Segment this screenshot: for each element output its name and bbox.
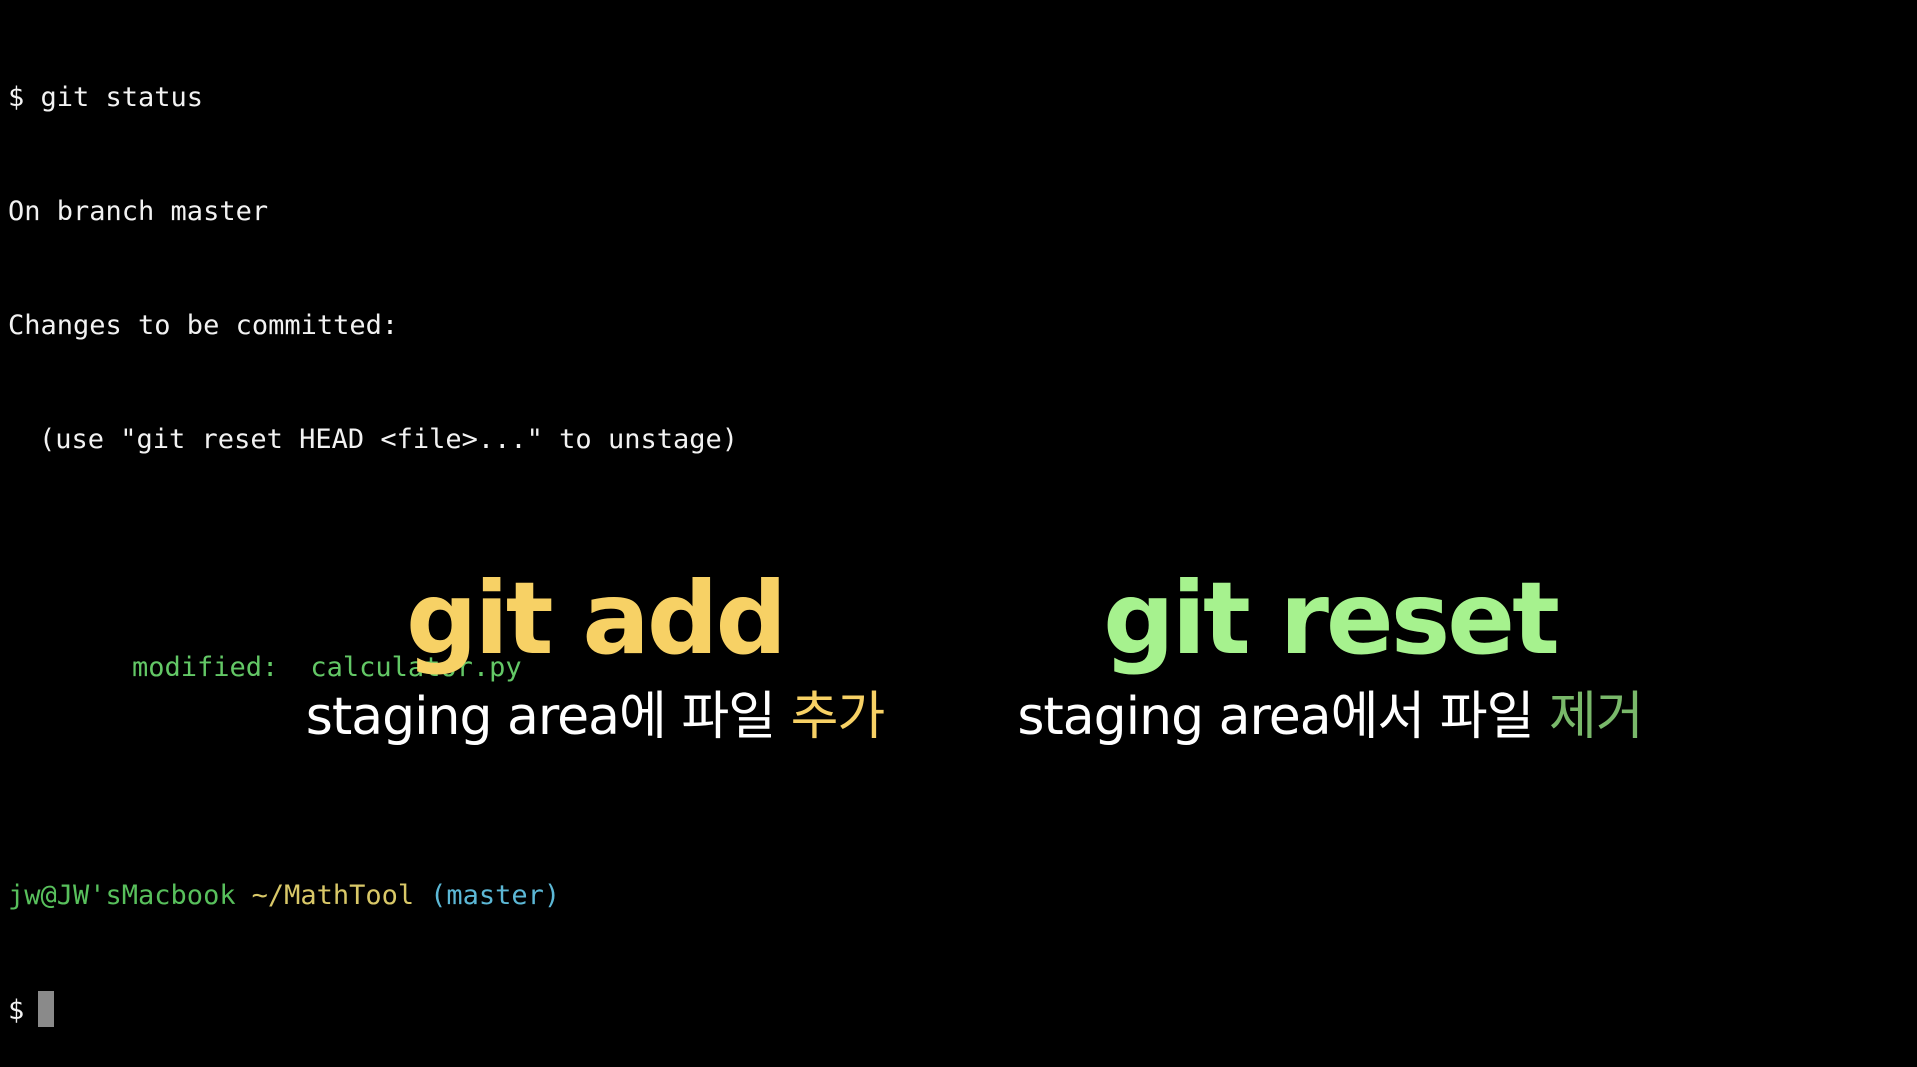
caption-subtitle-text: staging area에 파일 [305, 687, 791, 747]
unstage-hint-line: (use "git reset HEAD <file>..." to unsta… [39, 424, 738, 455]
prompt-branch: (master) [430, 880, 561, 911]
prompt-path: ~/MathTool [251, 880, 415, 911]
caption-title-git-add: git add [405, 560, 787, 677]
caption-title-git-reset: git reset [1103, 560, 1560, 677]
prompt-symbol: $ [8, 995, 25, 1026]
changes-header-line: Changes to be committed: [8, 310, 399, 341]
caption-subtitle-git-add: staging area에 파일 추가 [280, 687, 910, 747]
command-line-git-status: $ git status [8, 82, 204, 113]
caption-subtitle-highlight: 추가 [790, 687, 886, 747]
prompt-line: jw@JW'sMacbook ~/MathTool (master) [8, 877, 1908, 915]
caption-git-reset: git reset staging area에서 파일 제거 [990, 560, 1670, 748]
terminal-output[interactable]: $ git status On branch master Changes to… [8, 3, 1908, 1067]
modified-label: modified: [132, 652, 279, 683]
caption-subtitle-highlight: 제거 [1549, 687, 1644, 747]
caption-subtitle-git-reset: staging area에서 파일 제거 [990, 687, 1670, 747]
text-cursor [38, 991, 55, 1027]
caption-subtitle-text: staging area에서 파일 [1017, 687, 1549, 747]
branch-status-line: On branch master [8, 196, 269, 227]
caption-git-add: git add staging area에 파일 추가 [280, 560, 910, 748]
prompt-user-host: jw@JW'sMacbook [8, 880, 236, 911]
input-line[interactable]: $ [8, 991, 1908, 1029]
